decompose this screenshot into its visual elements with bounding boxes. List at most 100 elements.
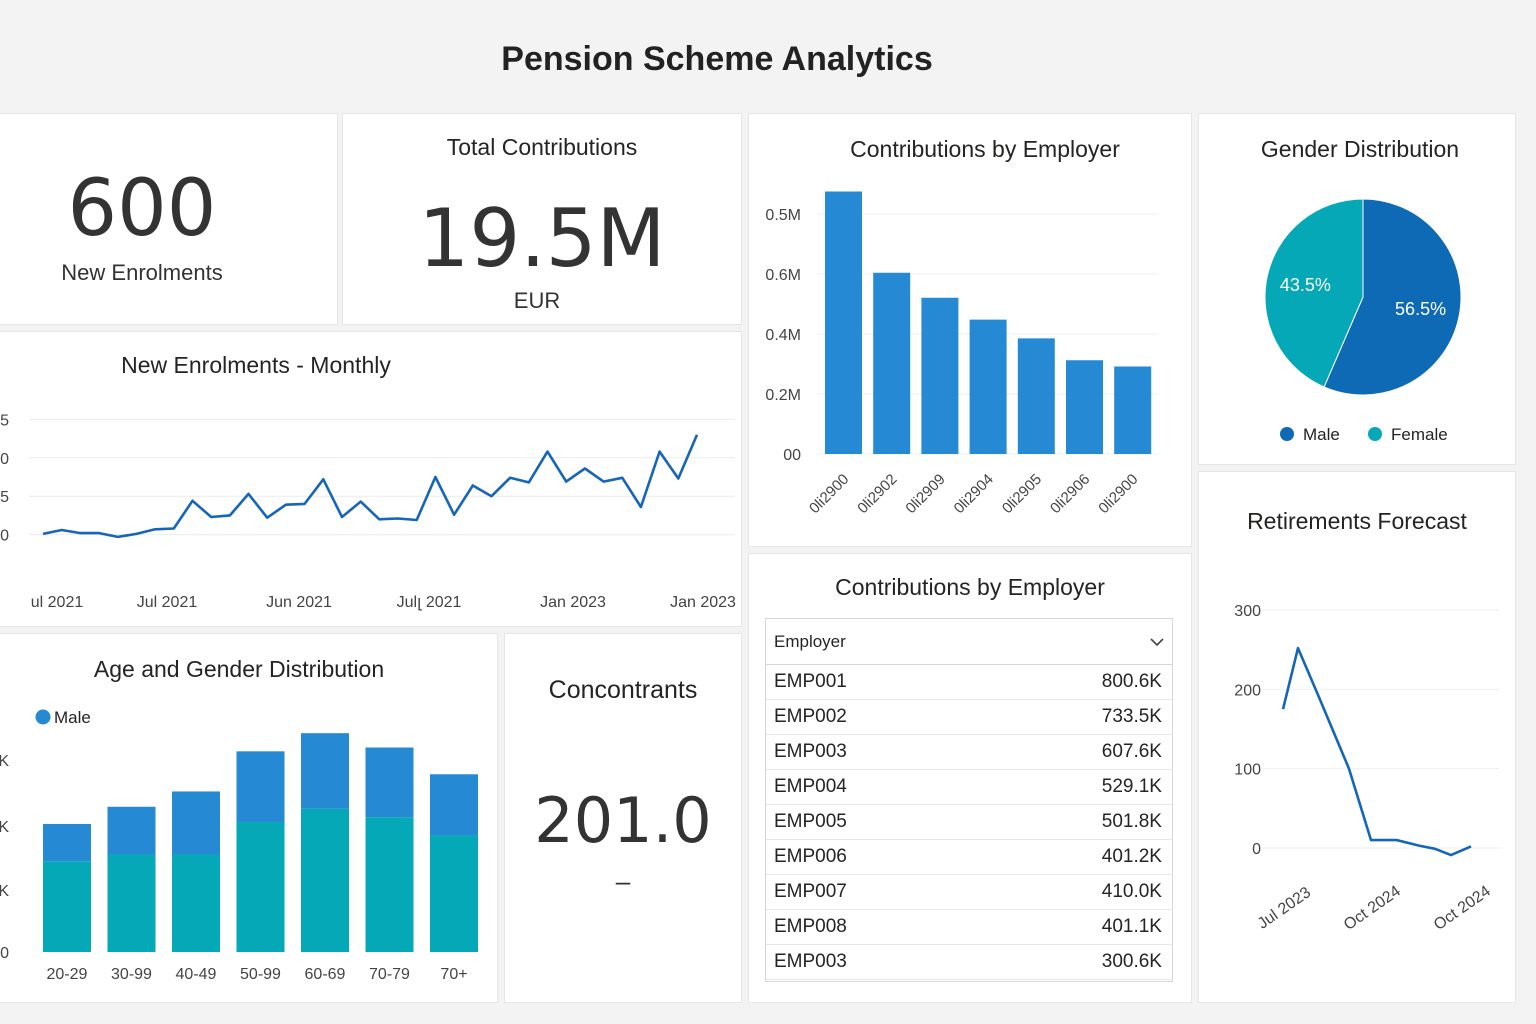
x-tick-label: Julլ 2021 [397, 594, 462, 611]
legend-label: Male [1303, 425, 1340, 444]
value-cell: 607.6K [1101, 741, 1162, 762]
value-cell: 401.2K [1101, 846, 1162, 867]
employer-cell: EMP001 [774, 671, 847, 692]
value-cell: 800.6K [1101, 671, 1162, 692]
table-header[interactable]: Employer [766, 619, 1172, 665]
value-cell: 501.8K [1101, 811, 1162, 832]
kpi-concontrants-sub: – [615, 866, 631, 896]
x-tick-label: 0li2909 [902, 471, 948, 517]
bar-segment [430, 774, 478, 836]
table-row[interactable]: EMP003 300.6K [766, 945, 1172, 980]
y-tick-label: 0 [1252, 841, 1261, 858]
value-cell: 401.1K [1101, 916, 1162, 937]
y-tick-label: 0.6M [765, 267, 801, 284]
y-tick-label: 25 [0, 412, 9, 429]
employer-cell: EMP006 [774, 846, 847, 867]
kpi-card-concontrants: Concontrants 201.0 – [504, 633, 742, 1003]
x-tick-label: 0li2900 [1095, 471, 1141, 517]
chart-card-monthly: New Enrolments - Monthly 25201510ul 2021… [0, 331, 742, 627]
x-tick-label: Jul 2021 [137, 594, 198, 611]
value-cell: 529.1K [1101, 776, 1162, 797]
employer-cell: EMP005 [774, 811, 847, 832]
table-row[interactable]: EMP004 529.1K [766, 770, 1172, 805]
table-row[interactable]: EMP003 607.6K [766, 735, 1172, 770]
y-tick-label: K [0, 883, 9, 900]
series-line [1281, 646, 1472, 857]
table-row[interactable]: EMP007 410.0K [766, 875, 1172, 910]
x-tick-label: Jul 2023 [1255, 884, 1314, 933]
table-title: Contributions by Employer [835, 574, 1105, 600]
bar [825, 191, 862, 454]
kpi-contributions-title: Total Contributions [446, 134, 638, 160]
series-line [42, 434, 699, 539]
legend-dot [35, 709, 51, 725]
bar [1114, 366, 1152, 454]
bar [1017, 338, 1055, 454]
y-tick-label: 15 [0, 489, 9, 506]
chart-card-age-gender: Age and Gender Distribution K K K 0 Male 20-2… [0, 633, 498, 1003]
employer-cell: EMP007 [774, 881, 847, 902]
column-header-employer[interactable]: Employer [774, 632, 846, 652]
chart-card-retirements: Retirements Forecast 300 200 100 0 Jul 2023 O… [1198, 471, 1516, 1003]
bar-segment [43, 823, 91, 862]
y-tick-label: 100 [1234, 762, 1261, 779]
x-tick-label: 20-29 [47, 966, 88, 983]
employer-cell: EMP003 [774, 741, 847, 762]
kpi-card-enrolments: 600 New Enrolments [0, 113, 338, 325]
x-tick-label: Jun 2021 [266, 594, 332, 611]
employer-cell: EMP004 [774, 776, 847, 797]
y-tick-label: 0.4M [765, 327, 801, 344]
x-tick-label: Oct 2024 [1431, 883, 1494, 934]
age-gender-bar-chart: K K K 0 Male 20-29 30-99 40-49 50-99 60-69 70-79 70… [0, 708, 478, 983]
table-row[interactable]: EMP001 800.6K [766, 665, 1172, 700]
bar-segment [172, 791, 220, 855]
x-tick-label: 60-69 [305, 966, 346, 983]
kpi-concontrants-title: Concontrants [548, 676, 698, 704]
kpi-enrolments-label: New Enrolments [61, 260, 223, 285]
chevron-down-icon[interactable] [1150, 634, 1164, 650]
y-tick-label: K [0, 753, 9, 770]
table-row[interactable]: EMP002 733.5K [766, 700, 1172, 735]
kpi-enrolments-value: 600 [67, 164, 217, 254]
page-title: Pension Scheme Analytics [501, 40, 933, 78]
value-cell: 410.0K [1101, 881, 1162, 902]
y-tick-label: 300 [1234, 603, 1261, 620]
value-cell: 733.5K [1101, 706, 1162, 727]
x-tick-label: Jan 2023 [670, 594, 736, 611]
y-tick-label: 00 [783, 447, 801, 464]
y-tick-label: 0.2M [765, 387, 801, 404]
bar-segment [43, 861, 91, 952]
x-tick-label: 0li2906 [1047, 471, 1093, 517]
y-tick-label: 20 [0, 451, 9, 468]
table-body: EMP001 800.6K EMP002 733.5K EMP003 607.6K EMP0… [766, 665, 1172, 980]
x-tick-label: 40-49 [176, 966, 217, 983]
retirements-line-chart: 300 200 100 0 Jul 2023 Oct 2024 Oct 2024 [1234, 603, 1499, 934]
value-cell: 300.6K [1101, 951, 1162, 972]
legend-label: Male [54, 708, 91, 727]
bar-segment [107, 854, 156, 952]
x-tick-label: 0li2902 [854, 471, 900, 517]
y-tick-label: 0.5M [765, 207, 801, 224]
x-tick-label: 30-99 [111, 966, 152, 983]
employer-bar-chart: 0.5M 0.6M 0.4M 0.2M 00 0li2900 0li2902 0li2909 0… [765, 191, 1159, 517]
x-tick-label: 0li2905 [999, 471, 1045, 517]
bar [1066, 360, 1103, 454]
x-tick-label: Jan 2023 [540, 594, 606, 611]
bar-segment [301, 808, 349, 952]
chart-card-employer-bars: Contributions by Employer 0.5M 0.6M 0.4M 0.… [748, 113, 1192, 547]
bar [873, 272, 911, 454]
chart-card-gender: Gender Distribution 56.5% 43.5% Male Female [1198, 113, 1516, 465]
table-row[interactable]: EMP008 401.1K [766, 910, 1172, 945]
kpi-card-contributions: Total Contributions 19.5M EUR [342, 113, 742, 325]
legend-dot [1368, 427, 1382, 441]
y-tick-label: 10 [0, 528, 9, 545]
employer-cell: EMP002 [774, 706, 847, 727]
kpi-contributions-value: 19.5M [418, 192, 666, 285]
legend-dot [1280, 427, 1294, 441]
table-row[interactable]: EMP005 501.8K [766, 805, 1172, 840]
employer-cell: EMP003 [774, 951, 847, 972]
employer-cell: EMP008 [774, 916, 847, 937]
table-row[interactable]: EMP006 401.2K [766, 840, 1172, 875]
x-tick-label: Oct 2024 [1341, 883, 1404, 934]
monthly-line-chart: 25 20 15 10 ul 2021 Jul 2021 Jun 2021 Julլ 2021… [0, 412, 736, 611]
